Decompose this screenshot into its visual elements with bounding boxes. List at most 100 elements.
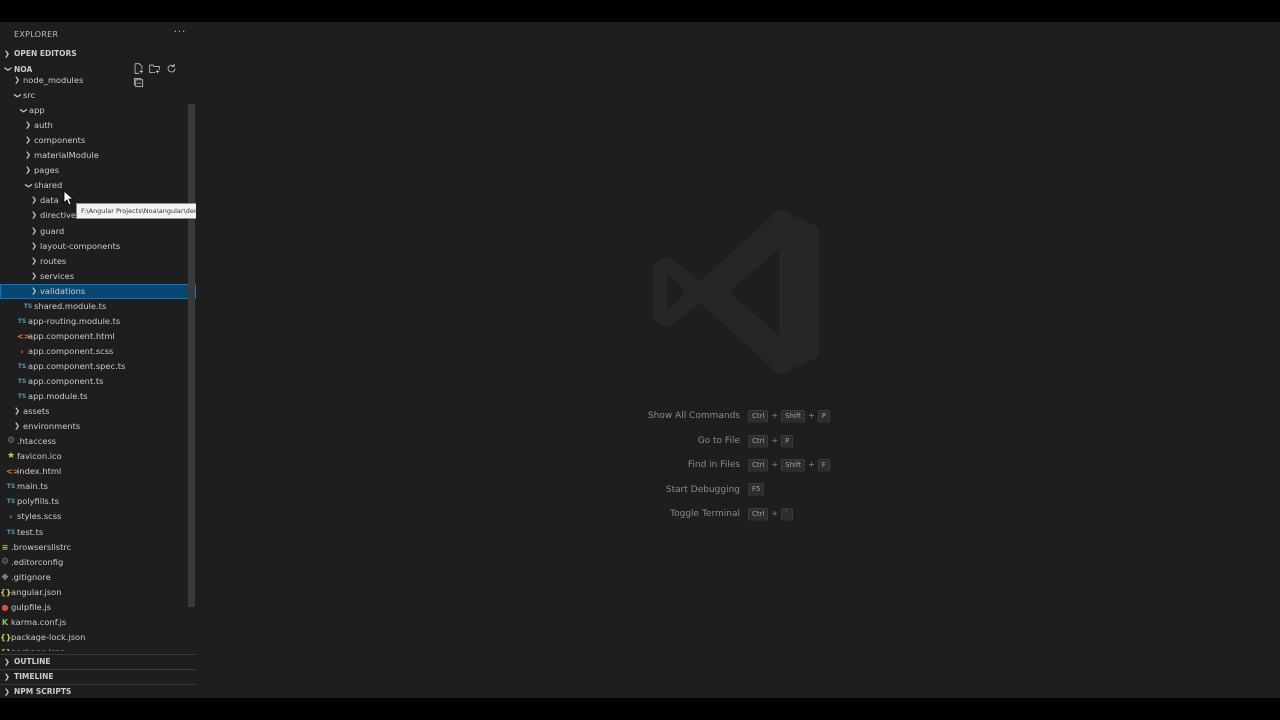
bottom-black-bar <box>0 698 1280 720</box>
tree-file[interactable]: {} package-lock.json <box>0 630 196 645</box>
shortcut-command-label: Find in Files <box>687 460 740 470</box>
tree-folder[interactable]: ❯ src <box>0 88 196 103</box>
tree-file[interactable]: TS app.module.ts <box>0 389 196 404</box>
section-npm-scripts[interactable]: ❯ NPM SCRIPTS <box>0 684 196 699</box>
tree-file[interactable]: ⚙ .editorconfig <box>0 555 196 570</box>
more-actions-icon[interactable]: ··· <box>172 26 188 40</box>
tree-item-label: angular.json <box>11 586 62 597</box>
tree-file[interactable]: {}package.json <box>0 645 196 651</box>
tree-folder[interactable]: ❯ components <box>0 133 196 148</box>
tree-file[interactable]: ⚙ .htaccess <box>0 434 196 449</box>
chevron-right-icon: ❯ <box>31 241 37 250</box>
chevron-right-icon: ❯ <box>25 136 31 145</box>
tree-file[interactable]: ◆ .gitignore <box>0 570 196 585</box>
tree-item-label: package-lock.json <box>11 631 86 642</box>
chevron-right-icon: ❯ <box>25 166 31 175</box>
tree-item-label: routes <box>40 255 67 266</box>
shortcut-command-label: Go to File <box>697 436 740 446</box>
tree-folder[interactable]: ❯ guard <box>0 224 196 239</box>
tree-file[interactable]: TS app.component.ts <box>0 374 196 389</box>
tree-file[interactable]: 𝓈 styles.scss <box>0 509 196 524</box>
section-open-editors[interactable]: ❯ OPEN EDITORS <box>0 47 196 61</box>
shortcut-row: Go to File Ctrl + P <box>596 433 896 449</box>
json-file-icon: {} <box>0 632 12 642</box>
tree-folder[interactable]: ❯ shared <box>0 178 196 193</box>
keycap: Ctrl <box>748 507 769 521</box>
section-npm-scripts-label: NPM SCRIPTS <box>14 687 72 696</box>
tree-folder[interactable]: ❯ routes <box>0 254 196 269</box>
tree-item-label: src <box>23 90 36 101</box>
chevron-right-icon: ❯ <box>14 76 20 84</box>
gear-file-icon: ⚙ <box>0 556 10 567</box>
shortcut-keys: Ctrl + Shift + F <box>748 457 830 474</box>
tree-file[interactable]: TS test.ts <box>0 525 196 540</box>
tree-file[interactable]: TS polyfills.ts <box>0 494 196 509</box>
tree-folder[interactable]: ❯ app <box>0 103 196 118</box>
chevron-right-icon: ❯ <box>4 658 10 666</box>
tree-folder[interactable]: ❯ environments <box>0 419 196 434</box>
tree-item-label: app.module.ts <box>28 391 88 402</box>
keycap: Ctrl <box>748 458 769 472</box>
tree-folder[interactable]: ❯ assets <box>0 404 196 419</box>
tree-item-label: app.component.scss <box>28 345 114 356</box>
tree-folder[interactable]: ❯ validations <box>0 283 196 299</box>
tree-file[interactable]: {} angular.json <box>0 585 196 600</box>
vscode-window: EXPLORER ··· ❯ OPEN EDITORS ❯ NOA ❯ node… <box>0 22 1280 698</box>
explorer-header: EXPLORER ··· <box>0 26 196 44</box>
scss-file-icon: 𝓈 <box>9 513 13 521</box>
tree-file[interactable]: TS main.ts <box>0 479 196 494</box>
ts-file-icon: TS <box>6 498 16 506</box>
json-file-icon: {} <box>0 587 12 597</box>
tree-file[interactable]: <> app.component.html <box>0 329 196 344</box>
tree-file[interactable]: <> index.html <box>0 464 196 479</box>
section-outline[interactable]: ❯ OUTLINE <box>0 654 196 669</box>
tree-item-label: app.component.spec.ts <box>28 360 126 371</box>
ts-file-icon: TS <box>6 483 16 491</box>
tree-file[interactable]: ≡ .browserslistrc <box>0 540 196 555</box>
chevron-right-icon: ❯ <box>31 211 37 220</box>
keycap: P <box>817 409 831 423</box>
tree-item-label: index.html <box>17 466 62 477</box>
tree-folder[interactable]: ❯ services <box>0 269 196 284</box>
tree-item-label: package.json <box>11 645 66 651</box>
tree-item-label: node_modules <box>23 75 84 85</box>
shortcut-command-label: Start Debugging <box>665 485 740 495</box>
tree-item-label: favicon.ico <box>17 451 62 462</box>
tree-file[interactable]: TS shared.module.ts <box>0 299 196 314</box>
ts-file-icon: TS <box>6 528 16 536</box>
tree-folder[interactable]: ❯ layout-components <box>0 239 196 254</box>
karma-file-icon: K <box>1 617 9 627</box>
keycap: Ctrl <box>748 434 769 448</box>
tree-file[interactable]: Kkarma.conf.js <box>0 615 196 630</box>
tree-file[interactable]: TS app.component.spec.ts <box>0 359 196 374</box>
shortcut-keys: F5 <box>748 482 765 498</box>
section-timeline[interactable]: ❯ TIMELINE <box>0 669 196 684</box>
tree-file[interactable]: ★ favicon.ico <box>0 449 196 464</box>
tree-item-label: app-routing.module.ts <box>28 315 121 326</box>
tree-file[interactable]: ● gulpfile.js <box>0 600 196 615</box>
tree-item-label: validations <box>40 285 86 296</box>
editor-empty-area: Show All Commands Ctrl + Shift + P Go to File C… <box>196 22 1280 698</box>
chevron-right-icon: ❯ <box>31 256 37 265</box>
tree-folder[interactable]: ❯ node_modules <box>0 73 196 88</box>
tree-folder[interactable]: ❯ auth <box>0 118 196 133</box>
explorer-scrollbar[interactable] <box>188 104 195 607</box>
tree-item-label: app.component.ts <box>28 376 104 386</box>
tree-item-label: .editorconfig <box>11 556 64 567</box>
keycap: Ctrl <box>748 409 769 423</box>
tree-item-label: environments <box>23 421 81 432</box>
tree-item-label: .htaccess <box>17 436 57 447</box>
ts-file-icon: TS <box>17 378 27 385</box>
tree-item-label: components <box>34 135 86 146</box>
tree-item-label: layout-components <box>40 240 121 251</box>
mouse-cursor-icon <box>63 190 73 206</box>
tree-folder[interactable]: ❯ materialModule <box>0 148 196 163</box>
tree-file[interactable]: TS app-routing.module.ts <box>0 314 196 329</box>
tree-folder[interactable]: ❯ pages <box>0 163 196 178</box>
shortcut-row: Start Debugging F5 <box>596 482 896 498</box>
html-file-icon: <> <box>17 331 31 341</box>
key-plus-separator: + <box>771 509 779 518</box>
tree-item-label: polyfills.ts <box>17 496 59 507</box>
tree-item-label: auth <box>34 120 53 131</box>
tree-file[interactable]: 𝓈 app.component.scss <box>0 344 196 359</box>
